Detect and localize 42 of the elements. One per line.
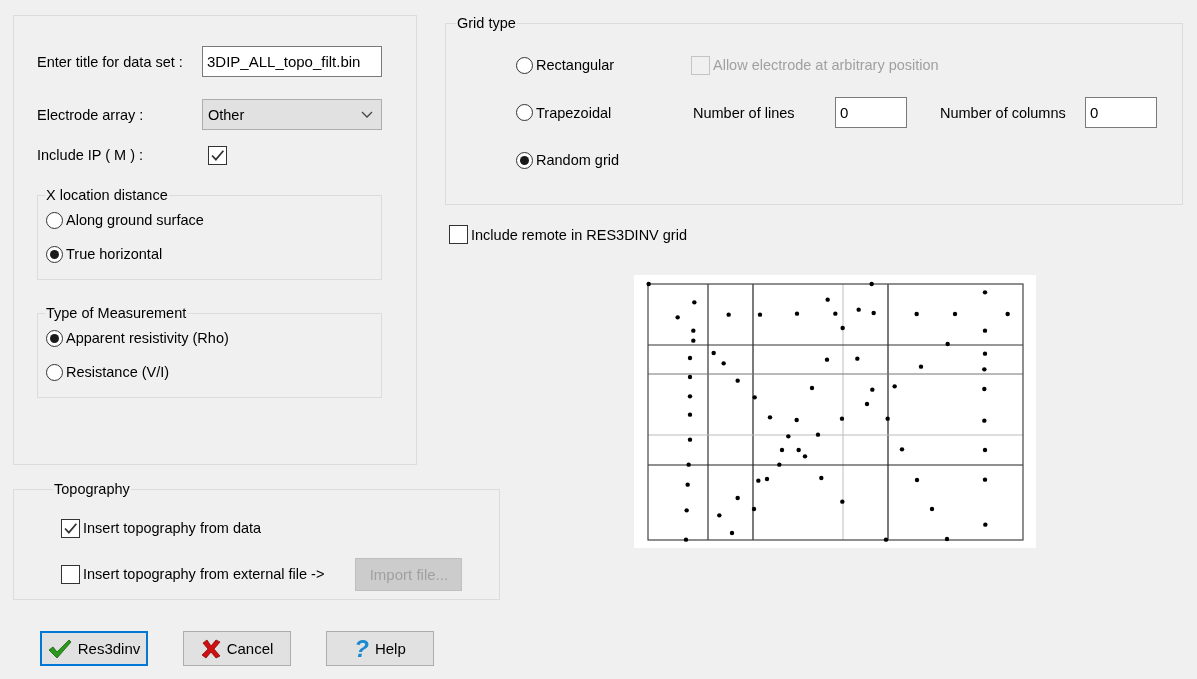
lines-input-field[interactable]: 0 — [835, 97, 907, 128]
radio-button[interactable] — [46, 329, 63, 347]
lines-label: Number of lines — [693, 104, 796, 121]
chevron-down-icon — [361, 110, 373, 119]
option-label: Insert topography from data — [83, 520, 262, 536]
checkbox[interactable] — [449, 225, 468, 244]
option-label: Trapezoidal — [536, 104, 612, 121]
group-title: Type of Measurement — [45, 305, 188, 321]
help-button[interactable]: ? Help — [326, 631, 434, 666]
option-label: Resistance (V/I) — [66, 364, 170, 380]
columns-input-field[interactable]: 0 — [1085, 97, 1157, 128]
group-title: Topography — [53, 481, 131, 497]
group-title: X location distance — [45, 187, 169, 203]
cross-icon — [200, 638, 221, 659]
checkmark-icon — [47, 638, 72, 659]
group-title: Grid type — [456, 15, 517, 31]
electrode-array-label: Electrode array : — [37, 106, 145, 123]
electrode-array-dropdown[interactable]: Other — [202, 99, 382, 130]
checkbox[interactable] — [208, 145, 227, 165]
radio-button[interactable] — [516, 151, 533, 169]
checkbox[interactable] — [61, 564, 80, 584]
radio-button[interactable] — [46, 211, 63, 229]
cancel-button[interactable]: Cancel — [183, 631, 291, 666]
option-label: Allow electrode at arbitrary position — [713, 57, 939, 73]
columns-label: Number of columns — [940, 104, 1067, 121]
title-input-field[interactable]: 3DIP_ALL_topo_filt.bin — [202, 46, 382, 77]
checkbox[interactable] — [61, 518, 80, 538]
option-label: Rectangular — [536, 57, 615, 73]
radio-button[interactable] — [516, 56, 533, 74]
question-mark-icon: ? — [354, 636, 369, 661]
radio-button[interactable] — [46, 363, 63, 381]
option-label: Random grid — [536, 152, 619, 168]
title-label: Enter title for data set : — [37, 53, 184, 70]
radio-button[interactable] — [516, 104, 533, 121]
include-ip-label: Include IP ( M ) : — [37, 147, 145, 163]
option-label: Include remote in RES3DINV grid — [471, 226, 687, 243]
res3dinv-button[interactable]: Res3dinv — [40, 631, 148, 666]
radio-button[interactable] — [46, 245, 63, 263]
option-label: Along ground surface — [66, 212, 204, 228]
option-label: Insert topography from external file -> — [83, 566, 325, 582]
option-label: Apparent resistivity (Rho) — [66, 330, 229, 346]
option-label: True horizontal — [66, 246, 163, 262]
